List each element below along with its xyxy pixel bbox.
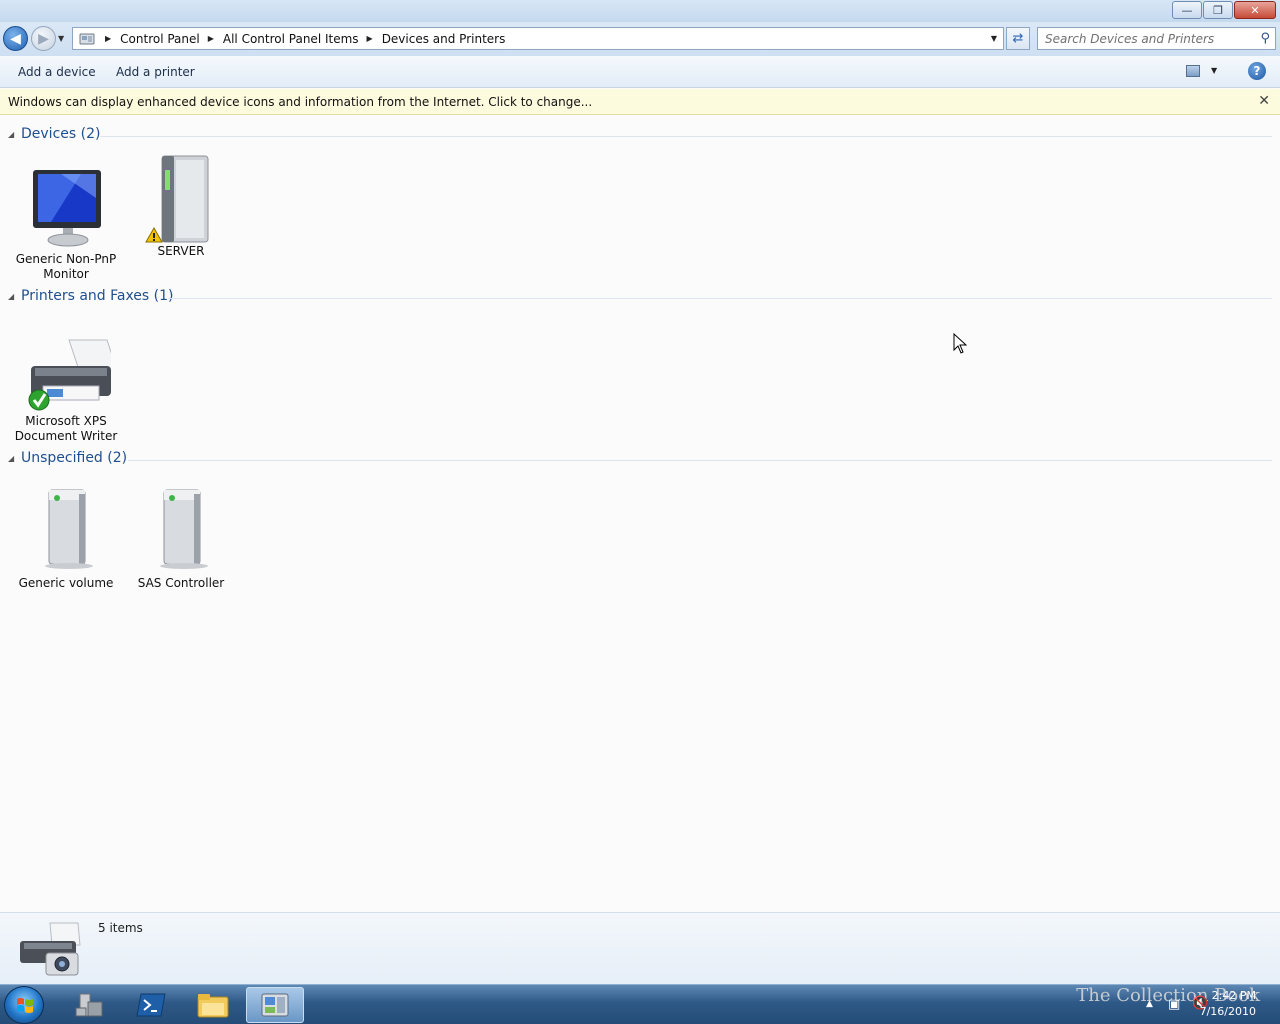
- group-header-unspecified[interactable]: ◢ Unspecified (2): [8, 450, 1272, 470]
- info-bar-text[interactable]: Windows can display enhanced device icon…: [8, 95, 592, 109]
- drive-icon: [21, 482, 111, 574]
- breadcrumb-separator[interactable]: ▶: [97, 34, 120, 43]
- close-icon[interactable]: ✕: [1258, 93, 1270, 109]
- powershell-taskbar-button[interactable]: [122, 987, 180, 1023]
- explorer-taskbar-button[interactable]: [184, 987, 242, 1023]
- address-row: ◀ ▶ ▼ ▶ Control Panel ▶ All Control Panel…: [0, 22, 1280, 56]
- device-tile-server[interactable]: SERVER: [126, 150, 236, 259]
- drive-icon: [136, 482, 226, 574]
- clock-date: 7/16/2010: [1199, 1005, 1256, 1018]
- device-label: Generic Non-PnP Monitor: [15, 252, 117, 281]
- info-bar[interactable]: Windows can display enhanced device icon…: [0, 89, 1280, 115]
- recent-pages-dropdown[interactable]: ▼: [58, 34, 64, 43]
- chevron-right-icon: ▶: [105, 34, 112, 43]
- address-bar[interactable]: ▶ Control Panel ▶ All Control Panel Items…: [72, 27, 1004, 50]
- folder-icon: [197, 994, 229, 1018]
- collapse-triangle-icon[interactable]: ◢: [8, 454, 14, 463]
- close-button[interactable]: ✕: [1234, 1, 1276, 19]
- group-title-unspecified: Unspecified (2): [21, 450, 128, 466]
- printer-icon: [21, 320, 118, 412]
- device-tile-generic-volume[interactable]: Generic volume: [11, 482, 121, 591]
- add-printer-button[interactable]: Add a printer: [116, 65, 195, 79]
- network-icon[interactable]: ▣: [1168, 997, 1180, 1012]
- devices-printers-taskbar-button[interactable]: [246, 987, 304, 1023]
- back-button[interactable]: ◀: [3, 26, 28, 51]
- taskbar: The Collection Book ▲ ▣ 🔇 2:42 PM 7/16/2…: [0, 984, 1280, 1024]
- change-view-icon[interactable]: [1186, 65, 1200, 77]
- chevron-right-icon[interactable]: ▶: [208, 34, 214, 43]
- breadcrumb-devices-printers[interactable]: Devices and Printers: [382, 32, 506, 46]
- server-manager-taskbar-button[interactable]: [60, 987, 118, 1023]
- chevron-right-icon[interactable]: ▶: [367, 34, 373, 43]
- search-box: ⚲: [1037, 27, 1276, 50]
- notification-area: The Collection Book ▲ ▣ 🔇 2:42 PM 7/16/2…: [1020, 985, 1280, 1024]
- window-controls: — ❐ ✕: [1171, 1, 1276, 19]
- details-pane: 5 items: [0, 912, 1280, 984]
- device-label: Generic volume: [18, 576, 114, 590]
- group-divider: [100, 136, 1272, 137]
- collapse-triangle-icon[interactable]: ◢: [8, 130, 14, 139]
- device-tile-monitor[interactable]: Generic Non-PnP Monitor: [11, 158, 121, 282]
- group-header-printers[interactable]: ◢ Printers and Faxes (1): [8, 288, 1272, 308]
- title-bar: — ❐ ✕: [0, 0, 1280, 22]
- show-hidden-icons-icon[interactable]: ▲: [1146, 999, 1153, 1009]
- devices-view: ◢ Devices (2) Generic Non-PnP Monitor SE…: [0, 115, 1280, 912]
- powershell-icon: [136, 993, 166, 1017]
- server-manager-icon: [75, 993, 103, 1017]
- refresh-icon: ⇄: [1012, 31, 1024, 46]
- arrow-left-icon: ◀: [10, 30, 21, 47]
- search-icon[interactable]: ⚲: [1260, 31, 1270, 46]
- printer-label: Microsoft XPS Document Writer: [14, 414, 118, 443]
- item-count: 5 items: [98, 921, 143, 935]
- device-tile-sas-controller[interactable]: SAS Controller: [126, 482, 236, 591]
- group-title-printers: Printers and Faxes (1): [21, 288, 174, 304]
- add-device-button[interactable]: Add a device: [18, 65, 96, 79]
- mouse-cursor-icon: [953, 332, 968, 358]
- search-input[interactable]: [1038, 28, 1248, 49]
- forward-button[interactable]: ▶: [31, 26, 56, 51]
- group-divider: [128, 460, 1272, 461]
- group-divider: [168, 298, 1272, 299]
- clock-time: 2:42 PM: [1211, 989, 1256, 1002]
- breadcrumb-all-items[interactable]: All Control Panel Items ▶: [223, 32, 382, 46]
- restore-button[interactable]: ❐: [1203, 1, 1233, 19]
- server-icon: [136, 150, 226, 243]
- devices-printers-icon: [16, 919, 82, 979]
- control-panel-icon: [77, 31, 97, 47]
- refresh-button[interactable]: ⇄: [1006, 27, 1030, 50]
- minimize-button[interactable]: —: [1172, 1, 1202, 19]
- view-options-dropdown[interactable]: ▼: [1211, 66, 1217, 75]
- address-dropdown[interactable]: ▼: [991, 34, 997, 43]
- monitor-icon: [21, 158, 111, 250]
- help-button[interactable]: ?: [1248, 62, 1266, 80]
- group-title-devices: Devices (2): [21, 126, 101, 142]
- windows-logo-icon: [17, 998, 33, 1013]
- group-header-devices[interactable]: ◢ Devices (2): [8, 126, 1272, 146]
- device-label: SAS Controller: [137, 576, 225, 590]
- printer-tile-xps[interactable]: Microsoft XPS Document Writer: [11, 320, 121, 444]
- arrow-right-icon: ▶: [38, 30, 49, 47]
- clock[interactable]: 2:42 PM 7/16/2010: [1200, 988, 1256, 1020]
- breadcrumb-control-panel[interactable]: Control Panel ▶: [120, 32, 223, 46]
- start-button[interactable]: [4, 986, 44, 1024]
- command-bar: Add a device Add a printer ▼ ?: [0, 56, 1280, 88]
- collapse-triangle-icon[interactable]: ◢: [8, 292, 14, 301]
- control-panel-icon: [261, 993, 289, 1017]
